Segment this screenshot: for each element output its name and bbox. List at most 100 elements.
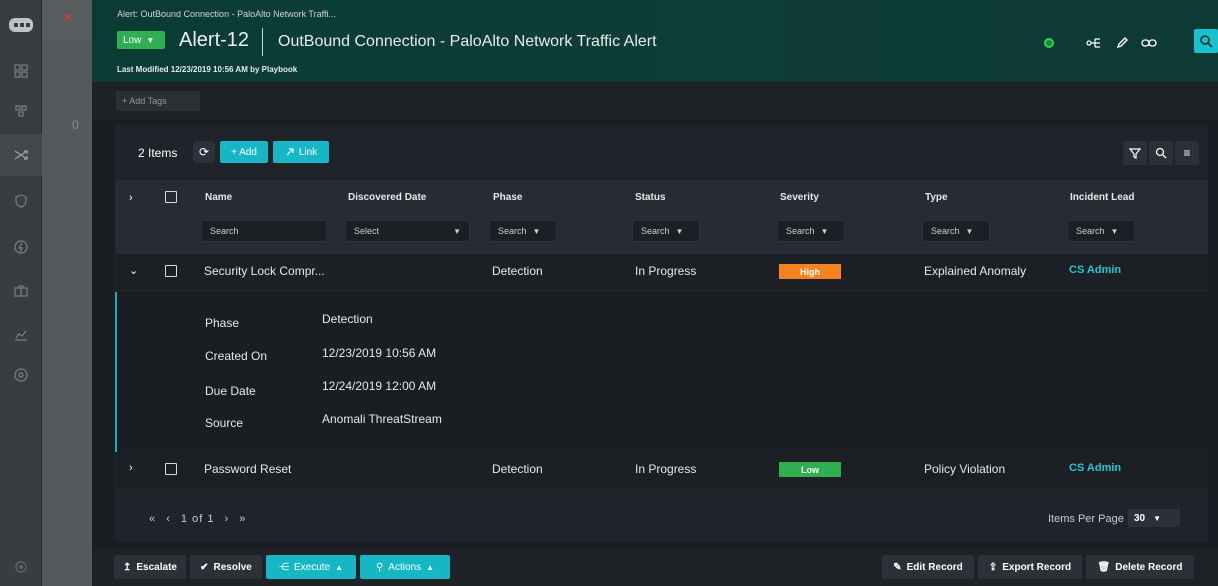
severity-badge: Low — [779, 462, 841, 477]
incident-lead-link[interactable]: CS Admin — [1069, 264, 1121, 276]
row-checkbox[interactable] — [165, 265, 177, 277]
record-action-bar: ↥ Escalate ✔ Resolve ⋲ Execute ▲ ⚲ Actio… — [92, 548, 1218, 586]
search-button[interactable] — [1149, 141, 1173, 165]
breadcrumb[interactable]: Alert: OutBound Connection - PaloAlto Ne… — [117, 9, 336, 19]
chevron-down-icon: ▼ — [675, 226, 684, 236]
row-type: Policy Violation — [924, 462, 1006, 476]
filter-button[interactable] — [1123, 141, 1147, 165]
discovered-date-select[interactable]: Select ▼ — [345, 220, 470, 242]
col-phase[interactable]: Phase — [493, 192, 522, 203]
items-per-page-select[interactable]: 30 ▼ — [1128, 509, 1180, 527]
edit-icon[interactable] — [1109, 31, 1135, 55]
escalate-label: Escalate — [136, 561, 177, 573]
left-nav-sidebar — [0, 0, 42, 586]
severity-search-input[interactable]: Search ▼ — [777, 220, 845, 242]
severity-badge: High — [779, 264, 841, 279]
detail-source-value: Anomali ThreatStream — [322, 412, 442, 426]
type-search-input[interactable]: Search ▼ — [922, 220, 990, 242]
expand-row-icon[interactable]: › — [129, 462, 133, 474]
row-checkbox[interactable] — [165, 463, 177, 475]
col-incident-lead[interactable]: Incident Lead — [1070, 192, 1134, 203]
menu-icon: ≡ — [1183, 146, 1191, 160]
chevron-down-icon: ▼ — [820, 226, 829, 236]
chevron-down-icon: ▼ — [532, 226, 541, 236]
status-search-input[interactable]: Search ▼ — [632, 220, 700, 242]
detail-due-label: Due Date — [205, 384, 256, 398]
lead-search-input[interactable]: Search ▼ — [1067, 220, 1135, 242]
logo-icon[interactable] — [7, 14, 35, 36]
severity-label: Low — [123, 34, 142, 46]
resolve-button[interactable]: ✔ Resolve — [190, 555, 262, 579]
alert-id: Alert-12 — [179, 29, 250, 51]
severity-search-placeholder: Search — [786, 226, 815, 236]
settings-icon[interactable] — [12, 558, 30, 576]
gauge-icon[interactable] — [12, 366, 30, 384]
col-type[interactable]: Type — [925, 192, 948, 203]
phase-search-input[interactable]: Search ▼ — [489, 220, 557, 242]
link-icon[interactable] — [1136, 31, 1162, 55]
secondary-panel: ✕ 0 — [42, 0, 92, 586]
next-page-button[interactable]: › — [225, 513, 230, 525]
refresh-icon: ⟳ — [198, 145, 210, 159]
row-name[interactable]: Security Lock Compr... — [204, 264, 325, 278]
search-user-icon[interactable] — [1194, 29, 1218, 53]
incident-lead-link[interactable]: CS Admin — [1069, 462, 1121, 474]
detail-created-value: 12/23/2019 10:56 AM — [322, 346, 437, 360]
chevron-down-icon: ▼ — [1110, 226, 1119, 236]
collapse-row-icon[interactable]: ⌄ — [129, 264, 138, 277]
bolt-icon[interactable] — [12, 238, 30, 256]
row-name[interactable]: Password Reset — [204, 462, 291, 476]
status-dot — [1044, 38, 1054, 48]
detail-phase-label: Phase — [205, 316, 240, 330]
actions-button[interactable]: ⚲ Actions ▲ — [360, 555, 450, 579]
shield-icon[interactable] — [12, 192, 30, 210]
name-search-placeholder: Search — [210, 226, 239, 236]
lead-search-placeholder: Search — [1076, 226, 1105, 236]
chevron-up-icon: ▲ — [426, 562, 435, 572]
queue-icon[interactable] — [12, 102, 30, 120]
items-per-page-label: Items Per Page — [1048, 513, 1124, 525]
connect-icon[interactable] — [1081, 31, 1107, 55]
first-page-button[interactable]: « — [149, 513, 156, 525]
export-record-button[interactable]: ⇪ Export Record — [978, 555, 1082, 579]
col-name[interactable]: Name — [205, 192, 232, 203]
briefcase-icon[interactable] — [12, 282, 30, 300]
edit-record-button[interactable]: ✎ Edit Record — [882, 555, 974, 579]
execute-button[interactable]: ⋲ Execute ▲ — [266, 555, 356, 579]
row-detail-panel: Phase Detection Created On 12/23/2019 10… — [115, 292, 1208, 452]
row-type: Explained Anomaly — [924, 264, 1027, 278]
menu-button[interactable]: ≡ — [1175, 141, 1199, 165]
chevron-down-icon: ▼ — [1153, 513, 1162, 523]
select-all-checkbox[interactable] — [165, 191, 177, 203]
check-icon: ✔ — [200, 561, 209, 573]
phase-search-placeholder: Search — [498, 226, 527, 236]
close-icon[interactable]: ✕ — [62, 10, 73, 26]
panel-counter: 0 — [72, 118, 79, 132]
severity-dropdown[interactable]: Low ▼ — [117, 31, 165, 49]
shuffle-icon[interactable] — [12, 146, 30, 164]
link-icon — [286, 148, 294, 156]
row-phase: Detection — [492, 264, 543, 278]
link-button[interactable]: Link — [273, 141, 329, 163]
delete-record-button[interactable]: 🗑 Delete Record — [1086, 555, 1194, 579]
prev-page-button[interactable]: ‹ — [166, 513, 171, 525]
col-status[interactable]: Status — [635, 192, 666, 203]
refresh-button[interactable]: ⟳ — [193, 141, 215, 163]
edit-icon: ✎ — [893, 561, 902, 573]
col-discovered-date[interactable]: Discovered Date — [348, 192, 426, 203]
add-button[interactable]: + Add — [220, 141, 268, 163]
type-search-placeholder: Search — [931, 226, 960, 236]
last-page-button[interactable]: » — [239, 513, 246, 525]
edit-record-label: Edit Record — [906, 561, 963, 573]
table-row[interactable]: ⌄ Security Lock Compr... Detection In Pr… — [115, 254, 1208, 290]
chart-icon[interactable] — [12, 326, 30, 344]
col-severity[interactable]: Severity — [780, 192, 819, 203]
table-row[interactable]: › Password Reset Detection In Progress L… — [115, 452, 1208, 488]
escalate-button[interactable]: ↥ Escalate — [114, 555, 186, 579]
expand-all-icon[interactable]: › — [129, 192, 133, 204]
detail-created-label: Created On — [205, 349, 268, 363]
add-tags-button[interactable]: + Add Tags — [116, 91, 200, 111]
dashboard-icon[interactable] — [12, 62, 30, 80]
items-per-page-value: 30 — [1134, 512, 1146, 524]
name-search-input[interactable]: Search — [201, 220, 327, 242]
